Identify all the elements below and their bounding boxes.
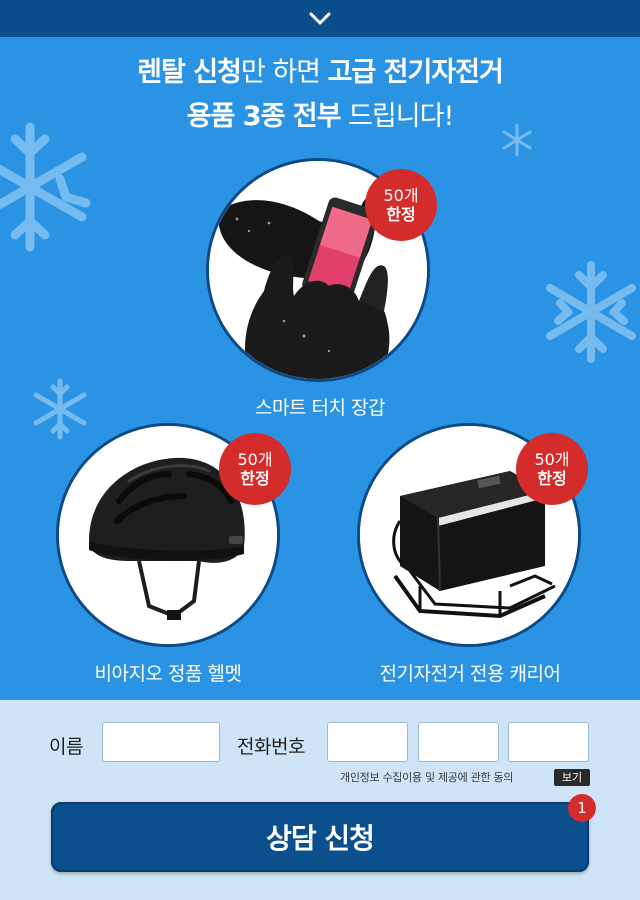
view-consent-button[interactable]: 보기 — [554, 769, 590, 786]
phone-label: 전화번호 — [237, 736, 305, 758]
promo-banner: 렌탈 신청만 하면 고급 전기자전거 용품 3종 전부 드립니다! 50개 한정… — [0, 37, 640, 700]
limited-badge: 50개 한정 — [219, 433, 291, 505]
phone-input-1[interactable] — [327, 722, 408, 762]
submit-consultation-button[interactable]: 상담 신청 — [51, 802, 589, 872]
badge-count: 50개 — [383, 186, 419, 205]
privacy-consent-text: 개인정보 수집이용 및 제공에 관한 동의 — [340, 771, 514, 784]
badge-count: 50개 — [534, 450, 570, 469]
phone-input-2[interactable] — [418, 722, 499, 762]
badge-limited: 한정 — [240, 469, 270, 488]
product-label-carrier: 전기자전거 전용 캐리어 — [379, 663, 561, 685]
phone-input-3[interactable] — [508, 722, 589, 762]
badge-limited: 한정 — [537, 469, 567, 488]
snowflake-icon — [546, 261, 636, 363]
notification-badge: 1 — [568, 794, 596, 822]
headline-line-2: 용품 3종 전부 드립니다! — [186, 101, 455, 132]
chevron-down-icon[interactable] — [309, 12, 331, 26]
name-input[interactable] — [102, 722, 220, 762]
product-label-gloves: 스마트 터치 장갑 — [255, 397, 385, 419]
limited-badge: 50개 한정 — [365, 169, 437, 241]
badge-count: 50개 — [237, 450, 273, 469]
badge-limited: 한정 — [386, 205, 416, 224]
top-bar[interactable] — [0, 0, 640, 37]
name-label: 이름 — [49, 736, 83, 758]
headline-line-1: 렌탈 신청만 하면 고급 전기자전거 — [137, 57, 504, 88]
limited-badge: 50개 한정 — [516, 433, 588, 505]
product-label-helmet: 비아지오 정품 헬멧 — [94, 663, 242, 685]
consultation-form: 이름 전화번호 개인정보 수집이용 및 제공에 관한 동의 보기 상담 신청 1 — [0, 700, 640, 900]
promo-headline: 렌탈 신청만 하면 고급 전기자전거 용품 3종 전부 드립니다! — [0, 51, 640, 139]
page: 렌탈 신청만 하면 고급 전기자전거 용품 3종 전부 드립니다! 50개 한정… — [0, 0, 640, 900]
